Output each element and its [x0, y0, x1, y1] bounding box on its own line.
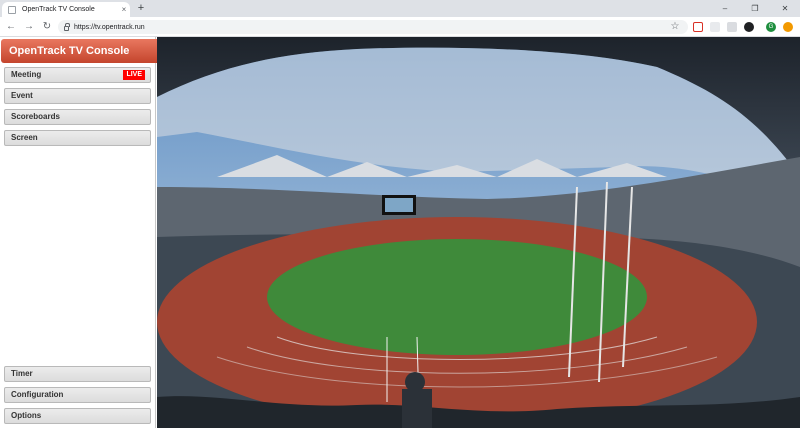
page-favicon-icon — [8, 5, 16, 14]
app-title: OpenTrack TV Console — [9, 45, 130, 57]
menu-configuration-button[interactable]: Configuration — [4, 387, 151, 403]
address-bar[interactable]: https://tv.opentrack.run — [58, 20, 688, 34]
forward-button[interactable]: → — [22, 20, 36, 34]
browser-tab[interactable]: OpenTrack TV Console × — [2, 2, 130, 17]
reload-button[interactable]: ↻ — [40, 20, 54, 34]
video-board-screen — [385, 198, 413, 212]
bookmark-star-icon[interactable]: ☆ — [668, 20, 682, 34]
menu-event-button[interactable]: Event — [4, 88, 151, 104]
maximize-button[interactable]: ❐ — [740, 0, 770, 17]
extension-page-icon[interactable] — [727, 22, 737, 32]
infield — [267, 239, 647, 355]
url-scheme: https:// — [74, 23, 96, 31]
menu-screen-button[interactable]: Screen — [4, 130, 151, 146]
extension-grid-icon[interactable] — [710, 22, 720, 32]
stadium-illustration — [157, 37, 800, 428]
browser-toolbar: ← → ↻ https://tv.opentrack.run ☆ G — [0, 17, 800, 37]
minimize-button[interactable]: – — [710, 0, 740, 17]
lock-icon — [64, 22, 70, 31]
menu-meeting-label: Meeting — [11, 70, 42, 79]
extension-coin-icon[interactable] — [783, 22, 793, 32]
menu-options-button[interactable]: Options — [4, 408, 151, 424]
app-sidebar: OpenTrack TV Console Meeting LIVE Event … — [0, 37, 183, 428]
tab-title: OpenTrack TV Console — [22, 6, 95, 13]
stadium-image — [157, 37, 800, 428]
close-window-button[interactable]: ✕ — [770, 0, 800, 17]
menu-meeting-button[interactable]: Meeting LIVE — [4, 67, 151, 83]
menu-timer-button[interactable]: Timer — [4, 366, 151, 382]
menu-scoreboards-button[interactable]: Scoreboards — [4, 109, 151, 125]
url-text: tv.opentrack.run — [95, 23, 145, 31]
new-tab-button[interactable]: + — [134, 2, 148, 16]
browser-tabstrip: OpenTrack TV Console × + – ❐ ✕ — [0, 0, 800, 17]
spectator-body — [402, 389, 432, 428]
extension-shield-icon[interactable] — [693, 22, 703, 32]
live-badge: LIVE — [123, 70, 145, 80]
app-header: OpenTrack TV Console — [1, 39, 183, 63]
profile-avatar[interactable]: G — [766, 22, 776, 32]
tab-close-button[interactable]: × — [118, 5, 130, 14]
extension-dark-icon[interactable] — [744, 22, 754, 32]
back-button[interactable]: ← — [4, 20, 18, 34]
